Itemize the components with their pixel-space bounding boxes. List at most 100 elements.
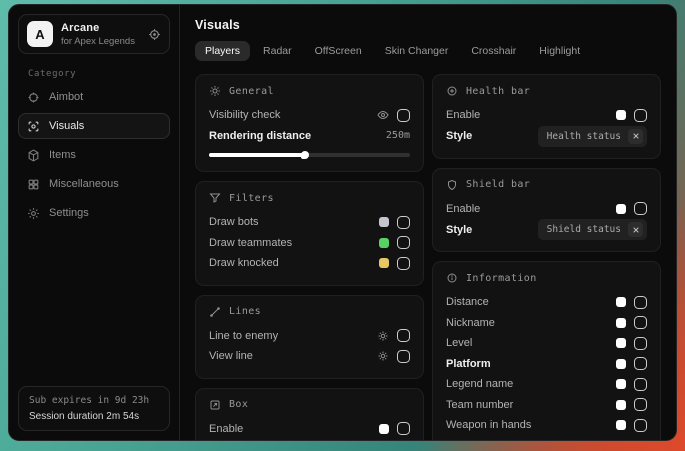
info-icon (446, 272, 458, 284)
tab-offscreen[interactable]: OffScreen (305, 41, 372, 61)
eye-scan-icon (27, 120, 40, 133)
setting-row-level: Level (446, 333, 647, 354)
setting-row-box-enable-background: Enable background (209, 439, 410, 440)
panels-grid: General Visibility check Rendering dista… (195, 74, 661, 440)
panel-title: Information (466, 273, 537, 284)
team-number-checkbox[interactable] (634, 398, 647, 411)
color-swatch[interactable] (379, 238, 389, 248)
setting-row-legend-name: Legend name (446, 374, 647, 395)
setting-row-nickname: Nickname (446, 313, 647, 334)
gear-icon[interactable] (377, 350, 389, 362)
app-subtitle: for Apex Legends (61, 36, 135, 47)
tab-bar: Players Radar OffScreen Skin Changer Cro… (195, 41, 661, 61)
gear-icon[interactable] (377, 330, 389, 342)
sidebar-item-visuals[interactable]: Visuals (18, 113, 170, 139)
brand-card: A Arcane for Apex Legends (18, 14, 170, 54)
color-swatch[interactable] (616, 420, 626, 430)
tab-highlight[interactable]: Highlight (529, 41, 590, 61)
legend-name-checkbox[interactable] (634, 378, 647, 391)
clear-icon[interactable] (628, 129, 643, 144)
sidebar-item-label: Visuals (49, 120, 84, 132)
health-enable-checkbox[interactable] (634, 109, 647, 122)
view-line-checkbox[interactable] (397, 350, 410, 363)
color-swatch[interactable] (616, 338, 626, 348)
sidebar-item-label: Settings (49, 207, 89, 219)
sidebar-item-items[interactable]: Items (18, 142, 170, 168)
target-icon[interactable] (148, 28, 161, 41)
color-swatch[interactable] (616, 297, 626, 307)
shield-style-select[interactable]: Shield status (538, 219, 647, 240)
setting-row-draw-bots: Draw bots (209, 212, 410, 233)
setting-row-health-enable: Enable (446, 105, 647, 126)
clear-icon[interactable] (628, 222, 643, 237)
grid-icon (27, 178, 40, 191)
sidebar-item-aimbot[interactable]: Aimbot (18, 84, 170, 110)
box-icon (209, 399, 221, 411)
session-duration-text: Session duration 2m 54s (29, 411, 159, 422)
platform-checkbox[interactable] (634, 357, 647, 370)
setting-row-shield-enable: Enable (446, 199, 647, 220)
shield-icon (446, 179, 458, 191)
setting-row-line-to-enemy: Line to enemy (209, 326, 410, 347)
color-swatch[interactable] (616, 400, 626, 410)
panel-title: Shield bar (466, 179, 530, 190)
color-swatch[interactable] (616, 359, 626, 369)
color-swatch[interactable] (616, 110, 626, 120)
page-title: Visuals (195, 18, 661, 32)
sidebar-item-miscellaneous[interactable]: Miscellaneous (18, 171, 170, 197)
line-to-enemy-checkbox[interactable] (397, 329, 410, 342)
sidebar-item-settings[interactable]: Settings (18, 200, 170, 226)
color-swatch[interactable] (379, 217, 389, 227)
brand-text: Arcane for Apex Legends (61, 22, 135, 47)
panel-title: Health bar (466, 86, 530, 97)
app-window: A Arcane for Apex Legends Category Aimbo… (8, 4, 677, 441)
tab-radar[interactable]: Radar (253, 41, 302, 61)
color-swatch[interactable] (616, 318, 626, 328)
setting-row-shield-style: Style Shield status (446, 219, 647, 240)
setting-row-box-enable: Enable (209, 419, 410, 440)
box-enable-checkbox[interactable] (397, 422, 410, 435)
eye-icon[interactable] (377, 109, 389, 121)
color-swatch[interactable] (616, 379, 626, 389)
app-logo: A (27, 21, 53, 47)
color-swatch[interactable] (379, 258, 389, 268)
draw-teammates-checkbox[interactable] (397, 236, 410, 249)
sidebar-item-label: Miscellaneous (49, 178, 119, 190)
setting-row-draw-teammates: Draw teammates (209, 233, 410, 254)
health-style-select[interactable]: Health status (538, 126, 647, 147)
draw-bots-checkbox[interactable] (397, 216, 410, 229)
tab-crosshair[interactable]: Crosshair (461, 41, 526, 61)
setting-row-rendering-distance: Rendering distance 250m (209, 126, 410, 147)
subscription-info-card: Sub expires in 9d 23h Session duration 2… (18, 386, 170, 431)
app-name: Arcane (61, 22, 135, 34)
setting-row-health-style: Style Health status (446, 126, 647, 147)
distance-checkbox[interactable] (634, 296, 647, 309)
sidebar: A Arcane for Apex Legends Category Aimbo… (9, 5, 179, 440)
visibility-check-checkbox[interactable] (397, 109, 410, 122)
slider-knob[interactable] (301, 151, 309, 159)
left-column: General Visibility check Rendering dista… (195, 74, 424, 440)
nickname-checkbox[interactable] (634, 316, 647, 329)
tab-skin-changer[interactable]: Skin Changer (375, 41, 459, 61)
color-swatch[interactable] (379, 424, 389, 434)
crosshair-icon (27, 91, 40, 104)
draw-knocked-checkbox[interactable] (397, 257, 410, 270)
panel-title: Box (229, 399, 248, 410)
gear-icon (27, 207, 40, 220)
color-swatch[interactable] (616, 204, 626, 214)
tab-players[interactable]: Players (195, 41, 250, 61)
line-icon (209, 306, 221, 318)
setting-row-team-number: Team number (446, 395, 647, 416)
shield-enable-checkbox[interactable] (634, 202, 647, 215)
panel-information: Information Distance Nickname Level (432, 261, 661, 440)
rendering-distance-slider[interactable] (209, 153, 410, 157)
sidebar-item-label: Items (49, 149, 76, 161)
sub-expires-text: Sub expires in 9d 23h (29, 395, 159, 406)
sidebar-item-label: Aimbot (49, 91, 83, 103)
setting-row-platform: Platform (446, 354, 647, 375)
weapon-in-hands-checkbox[interactable] (634, 419, 647, 432)
level-checkbox[interactable] (634, 337, 647, 350)
panel-general: General Visibility check Rendering dista… (195, 74, 424, 172)
panel-shield-bar: Shield bar Enable Style Shield s (432, 168, 661, 253)
funnel-icon (209, 192, 221, 204)
